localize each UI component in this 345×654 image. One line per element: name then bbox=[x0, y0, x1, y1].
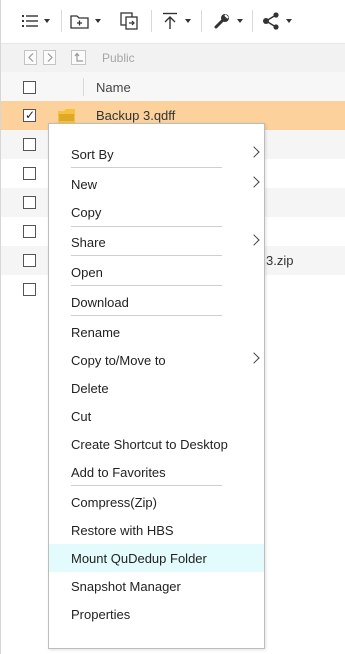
copy-files-button[interactable] bbox=[120, 8, 139, 34]
menu-divider bbox=[71, 315, 222, 316]
menu-item-properties[interactable]: Properties bbox=[49, 600, 264, 628]
menu-item-label: Properties bbox=[71, 607, 131, 622]
copy-files-icon bbox=[120, 12, 139, 30]
menu-item-label: Open bbox=[71, 265, 103, 280]
menu-item-delete[interactable]: Delete bbox=[49, 374, 264, 402]
menu-item-open[interactable]: Open bbox=[49, 258, 264, 286]
menu-item-label: Download bbox=[71, 295, 129, 310]
menu-item-label: Add to Favorites bbox=[71, 465, 166, 480]
share-icon bbox=[262, 12, 280, 30]
menu-item-new[interactable]: New bbox=[49, 170, 264, 198]
row-checkbox[interactable] bbox=[23, 283, 36, 296]
submenu-arrow-icon bbox=[248, 176, 260, 188]
chevron-right-icon bbox=[47, 50, 53, 65]
menu-item-mount-qudedup-folder[interactable]: Mount QuDedup Folder bbox=[49, 544, 264, 572]
view-mode-button[interactable] bbox=[22, 8, 50, 34]
menu-item-add-to-favorites[interactable]: Add to Favorites bbox=[49, 458, 264, 486]
menu-item-label: Share bbox=[71, 235, 106, 250]
toolbar bbox=[1, 0, 345, 42]
upload-icon bbox=[161, 12, 179, 30]
path-bar: Public bbox=[1, 43, 345, 72]
menu-item-create-shortcut[interactable]: Create Shortcut to Desktop bbox=[49, 430, 264, 458]
menu-item-label: Copy bbox=[71, 205, 102, 220]
chevron-left-icon bbox=[27, 50, 34, 65]
dropdown-caret-icon bbox=[237, 19, 243, 23]
forward-button[interactable] bbox=[43, 50, 56, 65]
menu-item-label: New bbox=[71, 177, 98, 192]
menu-divider bbox=[71, 226, 222, 227]
row-checkbox[interactable] bbox=[23, 167, 36, 180]
menu-item-label: Delete bbox=[71, 381, 109, 396]
menu-item-label: Mount QuDedup Folder bbox=[71, 551, 207, 566]
add-folder-icon bbox=[70, 13, 89, 29]
menu-item-label: Compress(Zip) bbox=[71, 495, 157, 510]
menu-item-restore-with-hbs[interactable]: Restore with HBS bbox=[49, 516, 264, 544]
menu-item-label: Copy to/Move to bbox=[71, 353, 166, 368]
row-checkbox[interactable] bbox=[23, 254, 36, 267]
row-checkbox[interactable]: ✓ bbox=[23, 108, 36, 122]
wrench-icon bbox=[213, 12, 231, 30]
submenu-arrow-icon bbox=[248, 146, 260, 158]
parent-folder-button[interactable] bbox=[71, 50, 86, 65]
menu-item-label: Snapshot Manager bbox=[71, 579, 181, 594]
column-header-name[interactable]: Name bbox=[96, 80, 131, 95]
row-checkbox[interactable] bbox=[23, 138, 36, 151]
menu-item-label: Sort By bbox=[71, 147, 114, 162]
row-checkbox[interactable] bbox=[23, 225, 36, 238]
file-list-header: Name bbox=[1, 72, 345, 102]
upload-button[interactable] bbox=[161, 8, 191, 34]
file-name[interactable]: Backup 3.qdff bbox=[96, 108, 175, 123]
menu-divider bbox=[71, 485, 222, 486]
menu-item-download[interactable]: Download bbox=[49, 288, 264, 316]
context-menu: Sort By New Copy Share Open Download Ren… bbox=[48, 123, 265, 649]
menu-item-sort-by[interactable]: Sort By bbox=[49, 140, 264, 168]
menu-item-label: Cut bbox=[71, 409, 92, 424]
submenu-arrow-icon bbox=[248, 352, 260, 364]
submenu-arrow-icon bbox=[248, 234, 260, 246]
file-name[interactable]: 3.zip bbox=[266, 253, 293, 268]
menu-item-snapshot-manager[interactable]: Snapshot Manager bbox=[49, 572, 264, 600]
menu-item-label: Rename bbox=[71, 325, 121, 340]
menu-item-rename[interactable]: Rename bbox=[49, 318, 264, 346]
add-folder-button[interactable] bbox=[70, 8, 101, 34]
select-all-checkbox[interactable] bbox=[23, 81, 36, 94]
menu-item-compress-zip[interactable]: Compress(Zip) bbox=[49, 488, 264, 516]
dropdown-caret-icon bbox=[286, 19, 292, 23]
dropdown-caret-icon bbox=[95, 19, 101, 23]
toolbar-divider bbox=[252, 10, 253, 32]
menu-item-cut[interactable]: Cut bbox=[49, 402, 264, 430]
menu-divider bbox=[71, 167, 222, 168]
tools-button[interactable] bbox=[213, 8, 243, 34]
dropdown-caret-icon bbox=[185, 19, 191, 23]
menu-item-copy-move-to[interactable]: Copy to/Move to bbox=[49, 346, 264, 374]
dropdown-caret-icon bbox=[44, 19, 50, 23]
row-checkbox[interactable] bbox=[23, 196, 36, 209]
menu-item-share[interactable]: Share bbox=[49, 228, 264, 256]
menu-divider bbox=[71, 255, 222, 256]
share-button[interactable] bbox=[262, 8, 292, 34]
toolbar-divider bbox=[61, 10, 62, 32]
back-button[interactable] bbox=[24, 50, 37, 65]
current-path[interactable]: Public bbox=[102, 51, 135, 65]
menu-divider bbox=[71, 285, 222, 286]
list-view-icon bbox=[22, 14, 38, 28]
column-divider bbox=[83, 78, 84, 96]
menu-item-label: Create Shortcut to Desktop bbox=[71, 437, 228, 452]
folder-up-icon bbox=[74, 50, 84, 65]
menu-item-copy[interactable]: Copy bbox=[49, 198, 264, 226]
toolbar-divider bbox=[151, 10, 152, 32]
toolbar-divider bbox=[201, 10, 202, 32]
menu-item-label: Restore with HBS bbox=[71, 523, 174, 538]
